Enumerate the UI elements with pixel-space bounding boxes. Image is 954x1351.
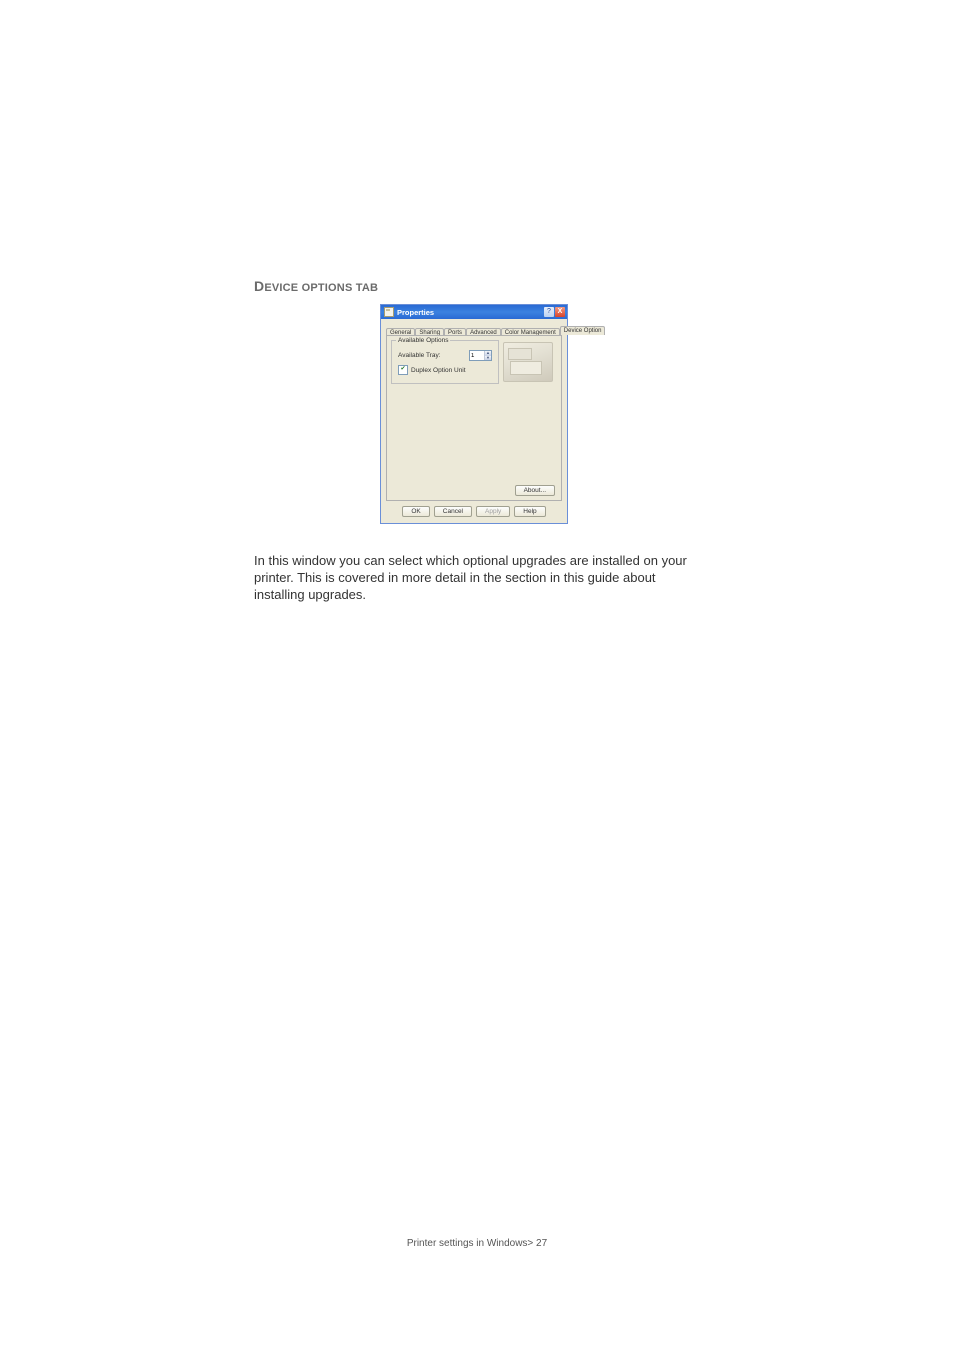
cancel-button[interactable]: Cancel: [434, 506, 472, 517]
duplex-label: Duplex Option Unit: [411, 367, 466, 374]
available-tray-label: Available Tray:: [398, 352, 441, 359]
ok-button[interactable]: OK: [402, 506, 429, 517]
apply-button[interactable]: Apply: [476, 506, 510, 517]
dialog-button-row: OK Cancel Apply Help: [386, 503, 562, 517]
about-button[interactable]: About...: [515, 485, 555, 496]
dialog-body: General Sharing Ports Advanced Color Man…: [381, 319, 567, 523]
section-heading: DEVICE OPTIONS TAB: [254, 278, 694, 294]
available-tray-spinner[interactable]: ▲ ▼: [469, 350, 492, 361]
titlebar-close-button[interactable]: X: [555, 307, 565, 317]
printer-icon: [384, 307, 394, 317]
heading-rest: EVICE OPTIONS TAB: [264, 282, 378, 294]
printer-preview-image: [503, 342, 553, 382]
screenshot-container: Properties ? X General Sharing Ports Adv…: [254, 304, 694, 524]
fieldset-legend: Available Options: [396, 337, 450, 343]
available-options-fieldset: Available Options Available Tray: ▲ ▼: [391, 340, 499, 384]
help-button[interactable]: Help: [514, 506, 545, 517]
tab-panel-device-option: Available Options Available Tray: ▲ ▼: [386, 335, 562, 501]
titlebar-help-button[interactable]: ?: [544, 307, 554, 317]
page-footer: Printer settings in Windows> 27: [0, 1238, 954, 1249]
heading-cap: D: [254, 278, 264, 294]
duplex-checkbox[interactable]: ✔: [398, 365, 408, 375]
tab-strip: General Sharing Ports Advanced Color Man…: [386, 324, 562, 335]
spinner-down-icon[interactable]: ▼: [484, 356, 491, 361]
dialog-title: Properties: [397, 308, 434, 317]
body-paragraph: In this window you can select which opti…: [254, 552, 694, 603]
properties-dialog: Properties ? X General Sharing Ports Adv…: [380, 304, 568, 524]
tab-device-option[interactable]: Device Option: [560, 326, 606, 335]
available-tray-input[interactable]: [470, 351, 484, 360]
dialog-titlebar: Properties ? X: [381, 305, 567, 319]
